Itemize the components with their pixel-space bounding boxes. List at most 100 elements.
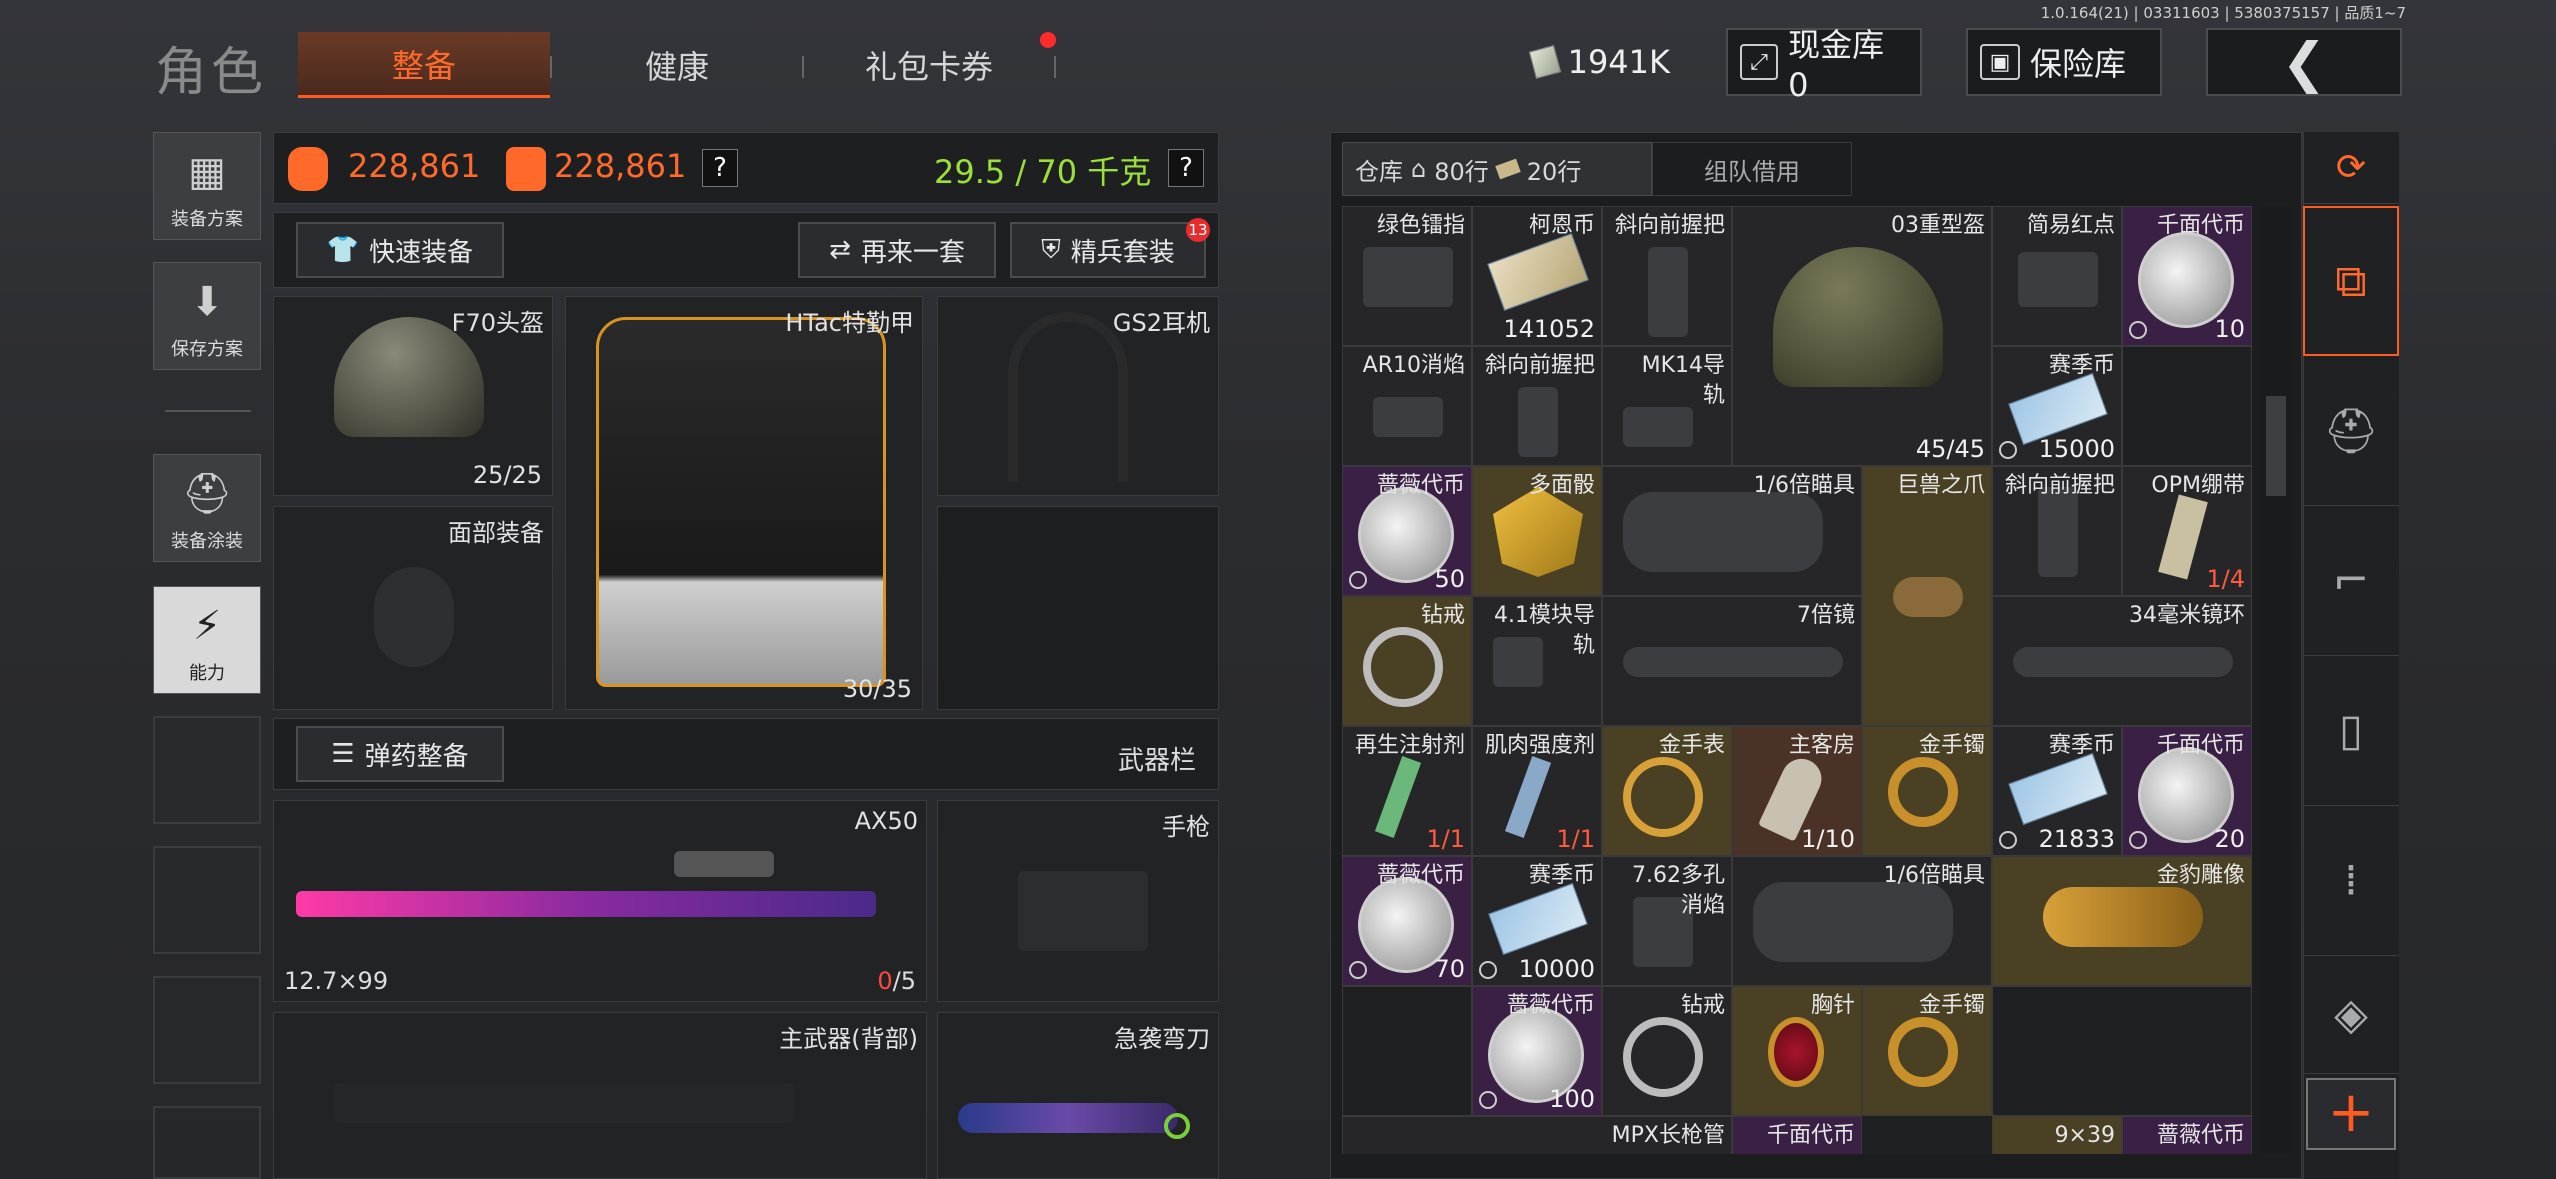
item-name: 肌肉强度剂 (1484, 733, 1595, 758)
item-cell[interactable]: 柯恩币 141052 (1472, 206, 1602, 346)
item-cell[interactable]: 主客房 1/10 (1732, 726, 1862, 856)
sidebar-save-plan[interactable]: ⬇ 保存方案 (153, 262, 261, 370)
item-name: 简易红点 (2026, 213, 2115, 238)
item-cell[interactable]: 巨兽之爪 (1862, 466, 1992, 726)
item-cell[interactable]: 绿色镭指 (1342, 206, 1472, 346)
bullet-icon[interactable]: ⁞ (2303, 806, 2399, 956)
item-cell-partial[interactable]: 千面代币 (1732, 1116, 1862, 1154)
sidebar-equip-skin[interactable]: ⛑ 装备涂装 (153, 454, 261, 562)
item-cell[interactable]: 1/6倍瞄具 (1732, 856, 1992, 986)
sidebar-empty-slot (153, 846, 261, 954)
melee-slot[interactable]: 急袭弯刀 (937, 1012, 1219, 1179)
item-cell[interactable]: 赛季币 10000 (1472, 856, 1602, 986)
item-cell[interactable]: 蔷薇代币 50 (1342, 466, 1472, 596)
item-cell[interactable]: AR10消焰 (1342, 346, 1472, 466)
cash-vault-button[interactable]: ⤢ 现金库 0 (1726, 26, 1922, 104)
scope-icon[interactable]: ◈ (2303, 956, 2399, 1074)
tab-gift-coupons[interactable]: 礼包卡券 (804, 32, 1054, 98)
rifle-placeholder-icon (334, 1083, 794, 1123)
cash-icon (1528, 45, 1561, 79)
elite-set-button[interactable]: ⛨ 精兵套装 (1010, 222, 1206, 278)
help-button[interactable]: ? (702, 149, 738, 187)
item-cell[interactable]: 金手镯 (1862, 726, 1992, 856)
empty-cell[interactable] (1992, 986, 2252, 1116)
item-name: 再生注射剂 (1354, 733, 1465, 758)
item-name: 金手镯 (1918, 733, 1985, 758)
item-cell[interactable]: 胸针 (1732, 986, 1862, 1116)
item-cell[interactable]: 赛季币 21833 (1992, 726, 2122, 856)
item-cell[interactable]: 钻戒 (1342, 596, 1472, 726)
weight-help-button[interactable]: ? (1168, 149, 1204, 187)
tab-equip[interactable]: 整备 (298, 32, 550, 98)
timer-icon (1349, 571, 1367, 589)
item-cell[interactable]: 钻戒 (1602, 986, 1732, 1116)
sidebar-ability[interactable]: ⚡ 能力 (153, 586, 261, 694)
page-title: 角色 (155, 43, 268, 103)
again-button[interactable]: ⇄ 再来一套 (798, 222, 996, 278)
helmet-icon[interactable]: ⛑ (2303, 356, 2399, 506)
item-cell[interactable]: 03重型盔 45/45 (1732, 206, 1992, 466)
quick-equip-button[interactable]: 👕 快速装备 (296, 222, 504, 278)
item-cell[interactable]: 金豹雕像 (1992, 856, 2252, 986)
item-cell[interactable]: 蔷薇代币 70 (1342, 856, 1472, 986)
item-cell[interactable]: 斜向前握把 (1472, 346, 1602, 466)
item-cell[interactable]: 简易红点 (1992, 206, 2122, 346)
item-cell[interactable]: 千面代币 10 (2122, 206, 2252, 346)
empty-cell[interactable] (1342, 986, 1472, 1116)
item-cell[interactable]: 1/6倍瞄具 (1602, 466, 1862, 596)
vest-plan-icon: ▦ (188, 149, 226, 195)
gold-bracelet-image (1888, 757, 1958, 827)
back-weapon-slot[interactable]: 主武器(背部) (273, 1012, 927, 1179)
item-cell[interactable]: 金手表 (1602, 726, 1732, 856)
value-total: 228,861 (348, 147, 481, 185)
rifle-ammo-loaded: 0 (877, 967, 893, 995)
item-cell[interactable]: 7.62多孔消焰 (1602, 856, 1732, 986)
rifle-slot[interactable]: AX50 12.7×99 0/5 (273, 800, 927, 1002)
item-cell[interactable]: 7倍镜 (1602, 596, 1862, 726)
headset-slot[interactable]: GS2耳机 (937, 296, 1219, 496)
armor-slot[interactable]: HTac特勤甲 30/35 (565, 296, 923, 710)
item-cell[interactable]: 赛季币 15000 (1992, 346, 2122, 466)
scroll-track[interactable] (2262, 206, 2290, 1154)
scroll-thumb[interactable] (2266, 396, 2286, 496)
face-slot[interactable]: 面部装备 (273, 506, 553, 710)
item-name: 斜向前握把 (1614, 213, 1725, 238)
item-cell[interactable]: 肌肉强度剂 1/1 (1472, 726, 1602, 856)
item-name: 1/6倍瞄具 (1883, 863, 1985, 888)
item-cell[interactable]: 34毫米镜环 (1992, 596, 2252, 726)
empty-cell[interactable] (2122, 346, 2252, 466)
layers-refresh-icon[interactable]: ⟳ (2303, 132, 2399, 204)
item-cell[interactable]: MK14导轨 (1602, 346, 1732, 466)
item-name: 03重型盔 (1891, 213, 1985, 238)
tab-health[interactable]: 健康 (552, 32, 802, 98)
item-cell[interactable]: 斜向前握把 (1602, 206, 1732, 346)
sidebar-loadout-plan[interactable]: ▦ 装备方案 (153, 132, 261, 240)
item-name: 赛季币 (1528, 863, 1595, 888)
item-cell[interactable]: 千面代币 20 (2122, 726, 2252, 856)
helmet-slot[interactable]: F70头盔 25/25 (273, 296, 553, 496)
item-cell[interactable]: 金手镯 (1862, 986, 1992, 1116)
item-name: MPX长枪管 (1611, 1123, 1725, 1148)
add-icon[interactable]: + (2306, 1078, 2396, 1150)
item-cell[interactable]: 再生注射剂 1/1 (1342, 726, 1472, 856)
rifle-icon[interactable]: ⌐ (2303, 506, 2399, 656)
safe-box-button[interactable]: ▣ 保险库 (1966, 28, 2162, 96)
item-cell-partial[interactable]: 9×39 (1992, 1116, 2122, 1154)
back-button[interactable]: ❮ (2206, 28, 2402, 96)
brooch-image (1768, 1017, 1824, 1087)
item-cell[interactable]: 4.1模块导轨 (1472, 596, 1602, 726)
shirt-icon: 👕 (326, 235, 360, 265)
pistol-slot[interactable]: 手枪 (937, 800, 1219, 1002)
item-cell-partial[interactable]: MPX长枪管 (1342, 1116, 1732, 1154)
item-cell-partial[interactable]: 蔷薇代币 (2122, 1116, 2252, 1154)
team-borrow-tab[interactable]: 组队借用 (1652, 142, 1852, 196)
item-name: 金手镯 (1918, 993, 1985, 1018)
item-cell[interactable]: 蔷薇代币 100 (1472, 986, 1602, 1116)
rifle-caliber: 12.7×99 (284, 967, 389, 995)
ammo-prep-button[interactable]: ☰ 弹药整备 (296, 726, 504, 782)
item-cell[interactable]: 多面骰 (1472, 466, 1602, 596)
layers-icon[interactable]: ⧉ (2303, 206, 2399, 356)
magazine-icon[interactable]: ▯ (2303, 656, 2399, 806)
storage-rows: 80行 (1434, 157, 1489, 186)
storage-tab[interactable]: 仓库 ⌂ 80行 20行 (1342, 142, 1652, 196)
